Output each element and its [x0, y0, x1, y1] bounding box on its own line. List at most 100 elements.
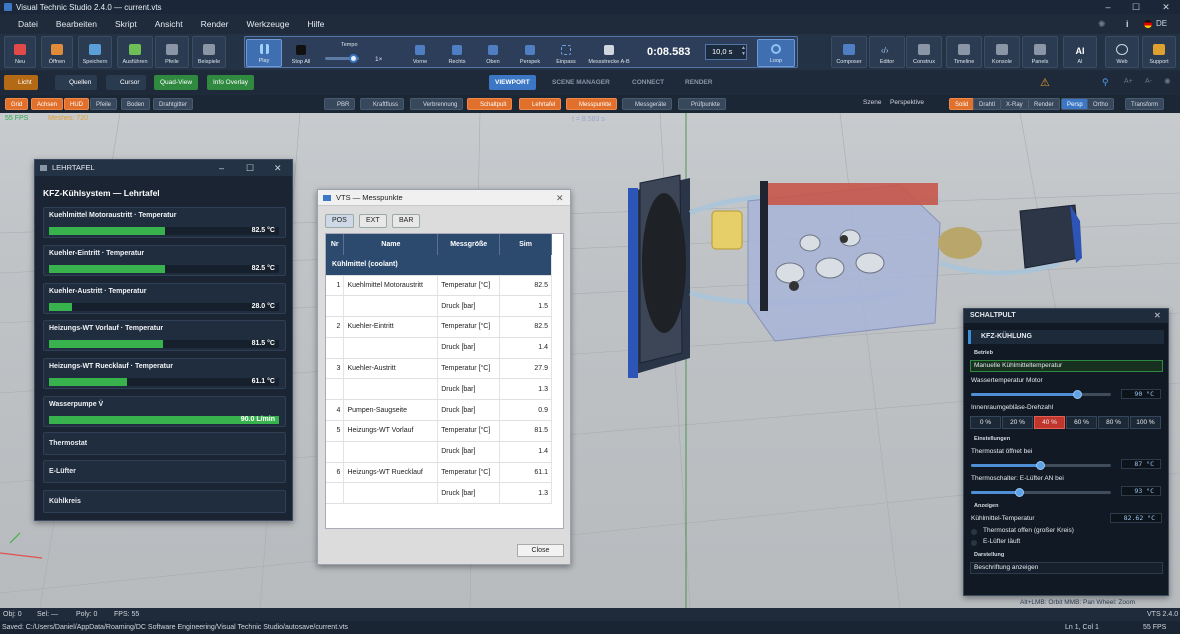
menu-ansicht[interactable]: Ansicht	[146, 14, 192, 34]
lehrtafel-titlebar[interactable]: LEHRTAFEL – ☐ ✕	[35, 160, 292, 176]
editor-button[interactable]: ‹/› Editor	[869, 36, 905, 68]
arrows-toggle[interactable]: Pfeile	[90, 98, 118, 110]
panels-button[interactable]: Panels	[1022, 36, 1058, 68]
measure-points-close-button[interactable]: ✕	[556, 190, 564, 206]
blower-80[interactable]: 80 %	[1098, 416, 1129, 429]
tab-bar[interactable]: BAR	[392, 214, 421, 228]
console-button[interactable]: Konsole	[984, 36, 1020, 68]
section-operation[interactable]: Betrieb	[974, 350, 993, 356]
table-row[interactable]: 4 Pumpen-Saugseite Druck [bar] 0.9	[326, 399, 552, 422]
maximize-button[interactable]: ☐	[1126, 0, 1146, 14]
blower-40[interactable]: 40 %	[1034, 416, 1065, 429]
control-panel-titlebar[interactable]: SCHALTPULT ✕	[964, 309, 1168, 323]
timeline-button[interactable]: Timeline	[946, 36, 982, 68]
tab-scene-manager[interactable]: SCENE MANAGER	[546, 75, 616, 90]
table-row[interactable]: 3 Kuehler-Austritt Temperatur [°C] 27.9	[326, 358, 552, 380]
lehrtafel-minimize-button[interactable]: –	[219, 160, 224, 176]
play-button[interactable]: Play	[246, 39, 282, 67]
heater-core-model[interactable]	[938, 204, 1082, 269]
view-top-button[interactable]: Oben	[478, 39, 508, 67]
axes-toggle[interactable]: Achsen	[31, 98, 64, 110]
view-front-button[interactable]: Vorne	[405, 39, 435, 67]
control-panel-close-button[interactable]: ✕	[1154, 309, 1161, 323]
fan-switch-slider[interactable]	[971, 488, 1111, 497]
tab-pos[interactable]: POS	[325, 214, 354, 228]
table-row[interactable]: Druck [bar] 1.3	[326, 482, 552, 505]
tempo-slider[interactable]	[325, 54, 359, 63]
perspective-button[interactable]: Persp	[1061, 98, 1089, 110]
force-flow-toggle[interactable]: Kraftfluss	[360, 98, 405, 110]
language-label[interactable]: DE	[1156, 14, 1167, 34]
measure-points-toggle[interactable]: Messpunkte	[566, 98, 618, 110]
grid-toggle[interactable]: Grid	[5, 98, 29, 110]
fit-view-button[interactable]: Einpass	[551, 39, 581, 67]
menu-render[interactable]: Render	[192, 14, 238, 34]
blower-60[interactable]: 60 %	[1066, 416, 1097, 429]
sources-toggle[interactable]: Quellen	[55, 75, 98, 90]
web-button[interactable]: Web	[1105, 36, 1139, 68]
construx-button[interactable]: Construx	[906, 36, 942, 68]
wireframe-toggle[interactable]: Drahtgitter	[153, 98, 194, 110]
table-row[interactable]: 5 Heizungs-WT Vorlauf Temperatur [°C] 81.5	[326, 420, 552, 442]
warning-icon[interactable]: ⚠	[1040, 76, 1050, 89]
menu-hilfe[interactable]: Hilfe	[298, 14, 333, 34]
engine-model[interactable]	[747, 181, 941, 342]
tab-viewport[interactable]: VIEWPORT	[489, 75, 536, 90]
composer-button[interactable]: Composer	[831, 36, 867, 68]
lehrtafel-close-button[interactable]: ✕	[274, 160, 282, 176]
section-settings[interactable]: Einstellungen	[974, 436, 1010, 442]
test-points-toggle[interactable]: Prüfpunkte	[678, 98, 727, 110]
close-window-button[interactable]: ✕	[1156, 0, 1176, 14]
save-button[interactable]: Speichern	[78, 36, 112, 68]
group-row-coolant[interactable]: Kühlmittel (coolant)	[326, 255, 552, 276]
wire-mode-button[interactable]: Drahtl	[973, 98, 1002, 110]
close-button[interactable]: Close	[517, 544, 564, 557]
blower-100[interactable]: 100 %	[1130, 416, 1161, 429]
reservoir-model[interactable]	[711, 210, 743, 250]
settings-small-icon[interactable]: ✺	[1164, 77, 1171, 86]
col-nr[interactable]: Nr	[326, 234, 345, 255]
table-row[interactable]: Druck [bar] 1.4	[326, 337, 552, 359]
lehrtafel-maximize-button[interactable]: ☐	[246, 160, 254, 176]
floor-toggle[interactable]: Boden	[121, 98, 151, 110]
menu-skript[interactable]: Skript	[106, 14, 146, 34]
support-button[interactable]: Support	[1142, 36, 1176, 68]
section-cooling-circuit[interactable]: Kühlkreis	[43, 490, 286, 513]
slider-knob[interactable]	[1073, 390, 1083, 399]
section-thermostat[interactable]: Thermostat	[43, 432, 286, 455]
menu-bearbeiten[interactable]: Bearbeiten	[47, 14, 106, 34]
pbr-toggle[interactable]: PBR	[324, 98, 356, 110]
thermostat-slider[interactable]	[971, 461, 1111, 470]
view-perspective-button[interactable]: Perspek	[514, 39, 546, 67]
instruments-toggle[interactable]: Messgeräte	[622, 98, 673, 110]
tab-ext[interactable]: EXT	[359, 214, 387, 228]
table-row[interactable]: 1 Kuehlmittel Motoraustritt Temperatur [°C…	[326, 275, 552, 297]
col-quantity[interactable]: Messgröße	[437, 234, 501, 255]
table-row[interactable]: Druck [bar] 1.3	[326, 378, 552, 401]
blower-20[interactable]: 20 %	[1002, 416, 1033, 429]
run-button[interactable]: Ausführen	[117, 36, 153, 68]
table-row[interactable]: Druck [bar] 1.5	[326, 295, 552, 318]
font-decrease-icon[interactable]: A-	[1145, 78, 1152, 85]
info-overlay-toggle[interactable]: Info Overlay	[207, 75, 255, 90]
light-toggle[interactable]: Licht	[4, 75, 38, 90]
tab-connect[interactable]: CONNECT	[626, 75, 670, 90]
arrows-button[interactable]: Pfeile	[155, 36, 189, 68]
hud-toggle[interactable]: HUD	[64, 98, 89, 110]
fan-switch-value[interactable]: 93 °C	[1121, 486, 1161, 496]
settings-icon[interactable]: ✺	[1098, 14, 1106, 34]
slider-knob[interactable]	[1035, 461, 1045, 470]
new-button[interactable]: Neu	[4, 36, 36, 68]
tab-render[interactable]: RENDER	[679, 75, 718, 90]
col-name[interactable]: Name	[343, 234, 439, 255]
table-row[interactable]: 6 Heizungs-WT Ruecklauf Temperatur [°C] 61.…	[326, 462, 552, 484]
mode-select[interactable]: Manuelle Kühlmitteltemperatur	[970, 360, 1163, 372]
search-icon[interactable]: ⚲	[1102, 77, 1109, 88]
table-row[interactable]: Druck [bar] 1.4	[326, 441, 552, 463]
minimize-button[interactable]: –	[1098, 0, 1118, 14]
font-increase-icon[interactable]: A+	[1124, 78, 1133, 85]
tempo-knob[interactable]	[349, 54, 358, 63]
measure-points-titlebar[interactable]: VTS — Messpunkte ✕	[318, 190, 570, 206]
menu-datei[interactable]: Datei	[9, 14, 47, 34]
col-sim[interactable]: Sim	[499, 234, 552, 255]
